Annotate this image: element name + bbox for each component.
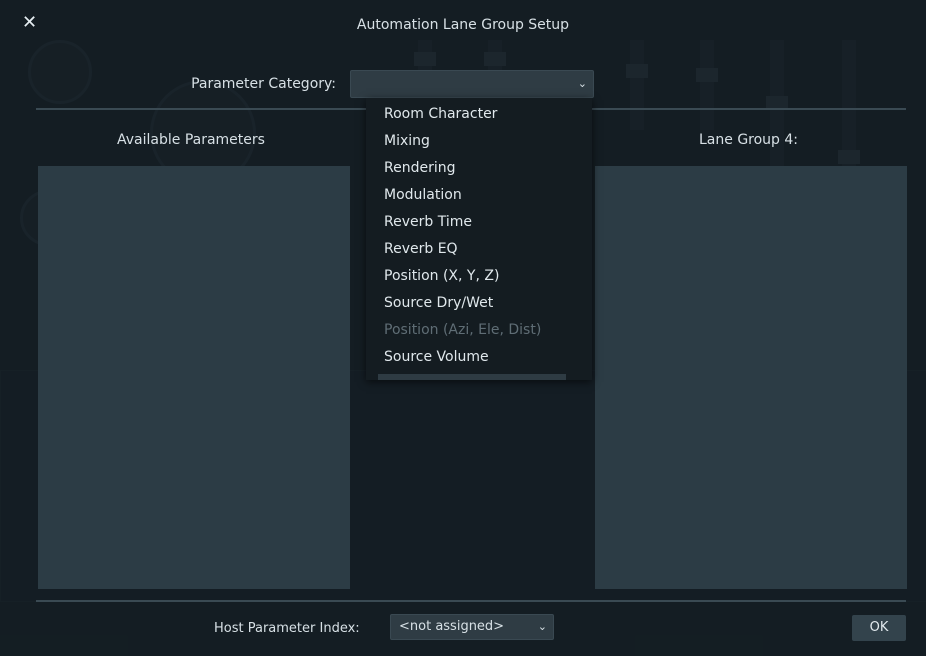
menu-item-reverb-time[interactable]: Reverb Time	[384, 214, 472, 230]
available-parameters-label: Available Parameters	[117, 132, 265, 148]
available-parameters-list[interactable]	[38, 166, 350, 589]
lane-group-list[interactable]	[595, 166, 907, 589]
parameter-category-label: Parameter Category:	[191, 76, 336, 92]
automation-lane-group-dialog: ✕ Automation Lane Group Setup Parameter …	[0, 0, 926, 656]
menu-scrollbar[interactable]	[378, 374, 566, 380]
menu-item-reverb-eq[interactable]: Reverb EQ	[384, 241, 458, 257]
menu-item-source-dry-wet[interactable]: Source Dry/Wet	[384, 295, 493, 311]
dialog-title: Automation Lane Group Setup	[356, 17, 570, 33]
parameter-category-select[interactable]: ⌄	[350, 70, 594, 98]
menu-item-room-character[interactable]: Room Character	[384, 106, 497, 122]
bottom-divider	[36, 600, 906, 602]
host-parameter-index-value: <not assigned>	[399, 619, 505, 634]
parameter-category-menu: Room Character Mixing Rendering Modulati…	[366, 98, 592, 380]
chevron-down-icon: ⌄	[537, 620, 547, 633]
menu-item-mixing[interactable]: Mixing	[384, 133, 430, 149]
lane-group-label: Lane Group 4:	[699, 132, 799, 148]
menu-item-position-azi-ele-dist: Position (Azi, Ele, Dist)	[384, 322, 542, 338]
menu-item-rendering[interactable]: Rendering	[384, 160, 456, 176]
ok-button[interactable]: OK	[852, 615, 906, 641]
menu-item-position-xyz[interactable]: Position (X, Y, Z)	[384, 268, 499, 284]
menu-item-modulation[interactable]: Modulation	[384, 187, 462, 203]
host-parameter-index-select[interactable]: <not assigned> ⌄	[390, 614, 554, 640]
chevron-down-icon: ⌄	[577, 77, 587, 90]
menu-item-source-volume[interactable]: Source Volume	[384, 349, 489, 365]
host-parameter-index-label: Host Parameter Index:	[214, 621, 360, 636]
